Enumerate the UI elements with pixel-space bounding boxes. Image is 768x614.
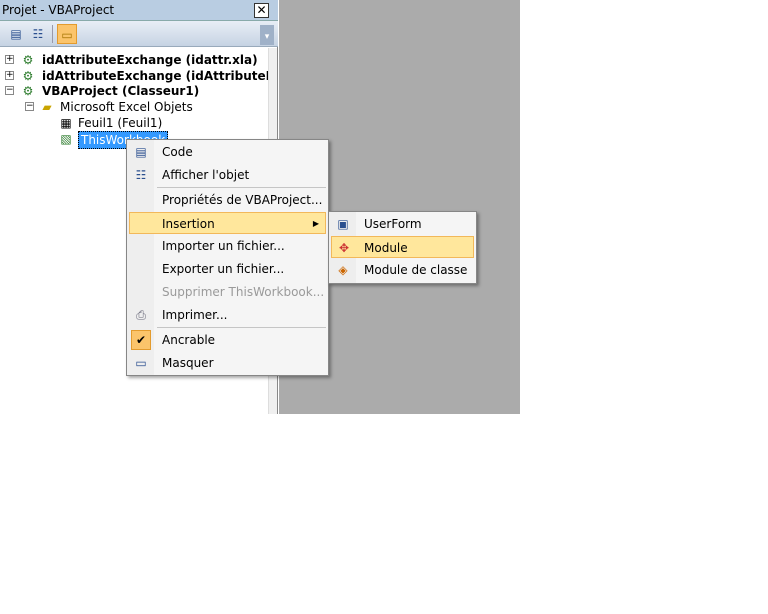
menu-item-afficher-objet[interactable]: ☷ Afficher l'objet xyxy=(129,164,326,186)
menu-item-supprimer: Supprimer ThisWorkbook... xyxy=(129,281,326,303)
menu-item-ancrable[interactable]: ✔ Ancrable xyxy=(129,329,326,351)
menu-item-label: Propriétés de VBAProject... xyxy=(162,193,323,207)
menu-separator xyxy=(157,327,326,328)
menu-item-label: Ancrable xyxy=(162,333,216,347)
vba-project-icon: ⚙ xyxy=(22,84,34,98)
menu-item-label: Code xyxy=(162,145,193,159)
toolbar-divider xyxy=(52,25,53,43)
vba-project-icon: ⚙ xyxy=(22,69,34,83)
menu-item-label: Insertion xyxy=(162,217,215,231)
menu-item-code[interactable]: ▤ Code xyxy=(129,141,326,163)
collapse-icon[interactable]: − xyxy=(25,102,34,111)
menu-item-label: Afficher l'objet xyxy=(162,168,250,182)
menu-item-label: Masquer xyxy=(162,356,214,370)
close-icon[interactable]: ✕ xyxy=(254,3,269,18)
collapse-icon[interactable]: − xyxy=(5,86,14,95)
workbook-icon: ▧ xyxy=(60,132,72,146)
module-icon: ✥ xyxy=(338,241,350,255)
menu-item-imprimer[interactable]: ⎙ Imprimer... xyxy=(129,304,326,326)
vba-project-icon: ⚙ xyxy=(22,53,34,67)
view-object-button[interactable]: ☷ xyxy=(28,24,48,44)
context-menu: ▤ Code ☷ Afficher l'objet Propriétés de VB… xyxy=(126,139,329,376)
code-window-icon: ▤ xyxy=(135,145,147,159)
worksheet-icon: ▦ xyxy=(60,116,72,130)
pane-title: Projet - VBAProject xyxy=(2,3,115,17)
menu-item-label: UserForm xyxy=(364,217,422,231)
tree-node-label: VBAProject (Classeur1) xyxy=(42,84,200,98)
insertion-submenu: ▣ UserForm ✥ Module ◈ Module de classe xyxy=(328,211,477,284)
tree-node-label: Microsoft Excel Objets xyxy=(60,100,193,114)
tree-node-label: Feuil1 (Feuil1) xyxy=(78,116,163,130)
menu-item-label: Importer un fichier... xyxy=(162,239,285,253)
expand-icon[interactable]: + xyxy=(5,55,14,64)
menu-item-masquer[interactable]: ▭ Masquer xyxy=(129,352,326,374)
submenu-item-userform[interactable]: ▣ UserForm xyxy=(331,213,474,235)
menu-item-label: Exporter un fichier... xyxy=(162,262,285,276)
menu-item-label: Module de classe xyxy=(364,263,468,277)
checkmark-icon: ✔ xyxy=(131,330,151,350)
submenu-arrow-icon: ▶ xyxy=(312,219,319,228)
printer-icon: ⎙ xyxy=(136,308,146,322)
pane-title-bar[interactable]: Projet - VBAProject ✕ xyxy=(0,0,278,21)
pane-toolbar: ▤ ☷ ▭ ▾ xyxy=(0,21,278,47)
menu-item-proprietes[interactable]: Propriétés de VBAProject... xyxy=(129,189,326,211)
tree-node-label: idAttributeExchange (idAttributeExchange xyxy=(42,69,268,83)
menu-item-exporter[interactable]: Exporter un fichier... xyxy=(129,258,326,280)
toggle-folders-button[interactable]: ▭ xyxy=(57,24,77,44)
menu-item-label: Supprimer ThisWorkbook... xyxy=(162,285,325,299)
hide-window-icon: ▭ xyxy=(135,356,147,370)
menu-item-label: Imprimer... xyxy=(162,308,228,322)
menu-separator xyxy=(157,187,326,188)
menu-item-label: Module xyxy=(364,241,408,255)
submenu-item-module-classe[interactable]: ◈ Module de classe xyxy=(331,259,474,281)
expand-icon[interactable]: + xyxy=(5,71,14,80)
tree-node-label: idAttributeExchange (idattr.xla) xyxy=(42,53,258,67)
menu-item-importer[interactable]: Importer un fichier... xyxy=(129,235,326,257)
userform-icon: ▣ xyxy=(337,217,349,231)
toolbar-overflow-icon[interactable]: ▾ xyxy=(260,25,274,45)
class-module-icon: ◈ xyxy=(338,263,348,277)
folder-icon: ▰ xyxy=(42,100,52,114)
view-code-button[interactable]: ▤ xyxy=(6,24,26,44)
menu-item-insertion[interactable]: Insertion ▶ xyxy=(129,212,326,234)
submenu-item-module[interactable]: ✥ Module xyxy=(331,236,474,258)
object-icon: ☷ xyxy=(135,168,147,182)
